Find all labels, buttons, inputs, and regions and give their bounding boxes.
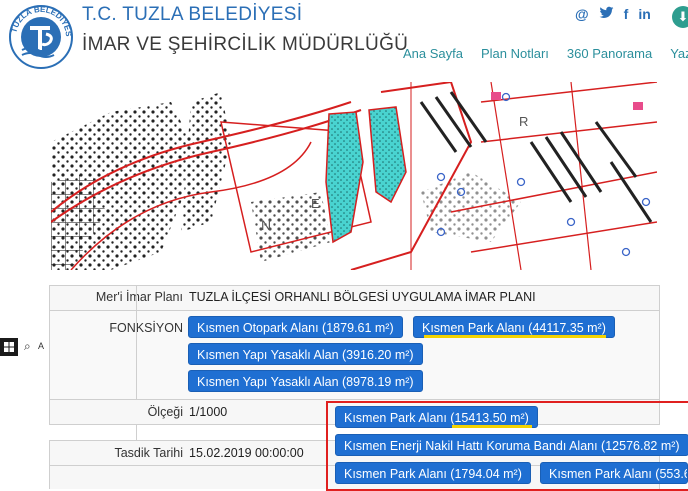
map-label-n: N	[261, 217, 271, 233]
fonksiyon-label: FONKSİYON	[109, 321, 183, 335]
plan-value: TUZLA İLÇESİ ORHANLI BÖLGESİ UYGULAMA İM…	[189, 290, 536, 304]
tasdik-label: Tasdik Tarihi	[114, 446, 183, 460]
nav-yazdir[interactable]: Yazdır	[670, 46, 688, 61]
nav-360-panorama[interactable]: 360 Panorama	[567, 46, 652, 61]
tuzla-logo[interactable]: TUZLA BELEDİYESİ	[8, 4, 74, 70]
main-nav: Ana Sayfa Plan Notları 360 Panorama Yazd…	[403, 46, 688, 61]
taskbar-letter: A	[38, 341, 45, 351]
highlight-underline	[424, 335, 606, 338]
map-label-e: E	[311, 196, 320, 211]
linkedin-icon[interactable]: in	[638, 6, 650, 23]
windows-start-icon[interactable]	[0, 338, 18, 356]
facebook-icon[interactable]: f	[624, 6, 629, 23]
social-links: @ f in	[575, 6, 651, 23]
page-header: TUZLA BELEDİYESİ T.C. TUZLA BELEDİYESİ İ…	[0, 0, 688, 82]
overlay-underline	[452, 425, 532, 428]
tasdik-value: 15.02.2019 00:00:00	[189, 446, 304, 460]
fonksiyon-button-yapi-yasakli-1[interactable]: Kısmen Yapı Yasaklı Alan (3916.20 m²)	[188, 343, 423, 365]
fonksiyon-button-yapi-yasakli-2[interactable]: Kısmen Yapı Yasaklı Alan (8978.19 m²)	[188, 370, 423, 392]
overlay-button-park-3[interactable]: Kısmen Park Alanı (553.6	[540, 462, 688, 484]
twitter-icon[interactable]	[599, 6, 614, 23]
plan-row: Mer'i İmar Planı TUZLA İLÇESİ ORHANLI BÖ…	[49, 285, 660, 311]
zoning-map[interactable]: N E R	[51, 82, 657, 270]
nav-plan-notlari[interactable]: Plan Notları	[481, 46, 549, 61]
page-title: T.C. TUZLA BELEDİYESİ	[82, 4, 303, 25]
olcek-value: 1/1000	[189, 405, 228, 419]
olcek-label: Ölçeği	[147, 405, 183, 419]
taskbar-fragment: ⌕ A	[0, 338, 48, 356]
plan-label: Mer'i İmar Planı	[95, 290, 183, 304]
overlay-button-enerji[interactable]: Kısmen Enerji Nakil Hattı Koruma Bandı A…	[335, 434, 688, 456]
nav-ana-sayfa[interactable]: Ana Sayfa	[403, 46, 463, 61]
search-icon[interactable]: ⌕	[24, 339, 31, 354]
map-label-r: R	[519, 114, 528, 129]
fonksiyon-button-otopark[interactable]: Kısmen Otopark Alanı (1879.61 m²)	[188, 316, 403, 338]
download-icon[interactable]: ⬇	[672, 6, 688, 28]
at-icon[interactable]: @	[575, 6, 589, 23]
overlay-button-park-2[interactable]: Kısmen Park Alanı (1794.04 m²)	[335, 462, 531, 484]
page-subtitle: İMAR VE ŞEHİRCİLİK MÜDÜRLÜĞÜ	[82, 34, 409, 55]
